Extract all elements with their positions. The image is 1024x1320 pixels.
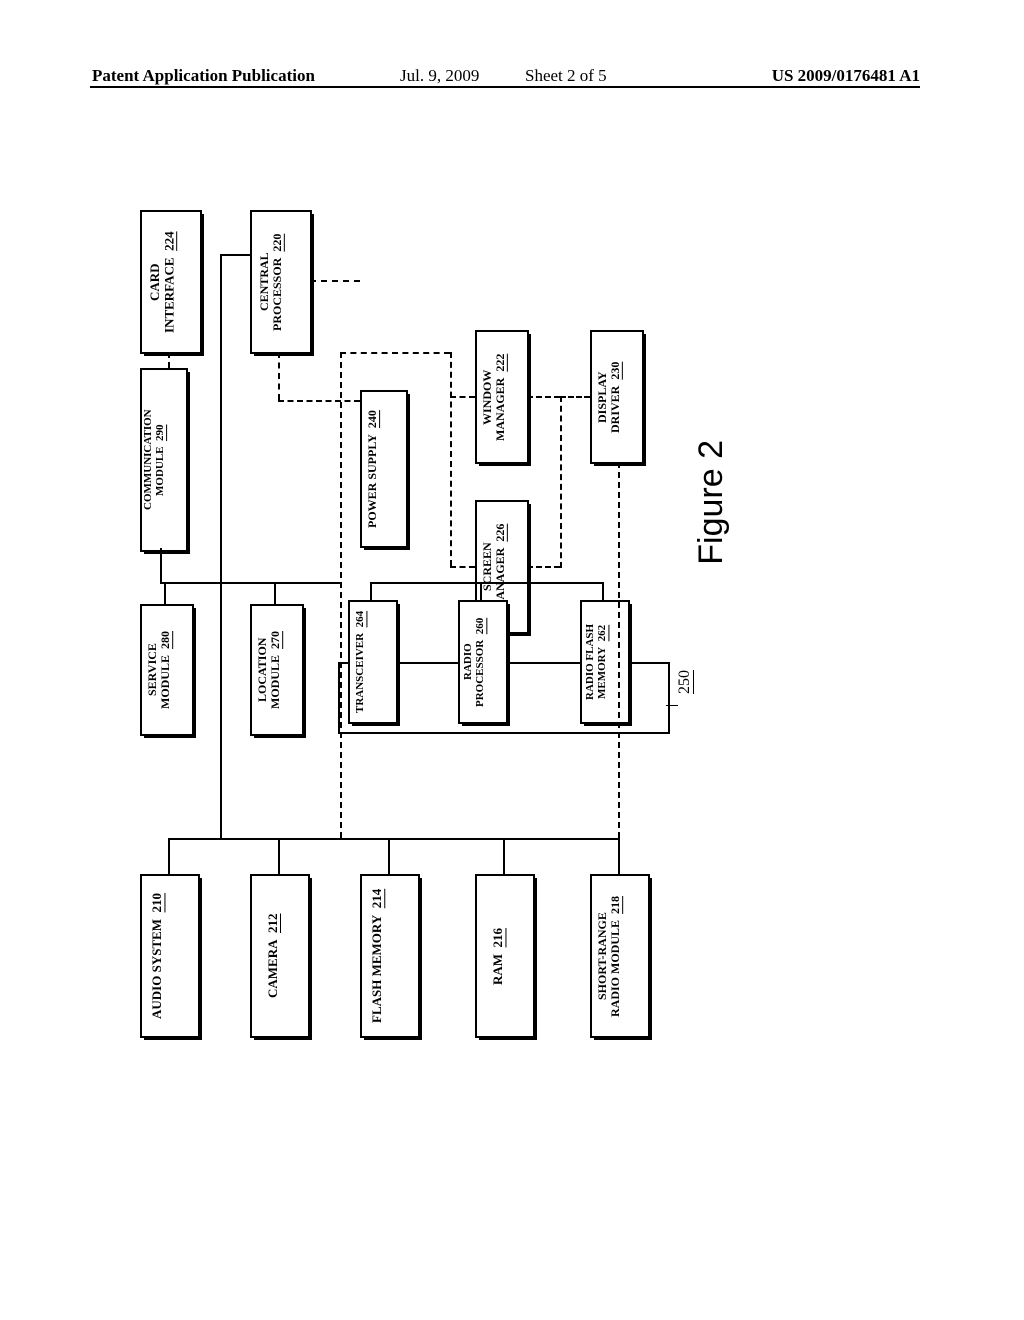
block-ref: 226 [493,523,507,541]
block-ref: 220 [270,233,284,251]
publication-type: Patent Application Publication [92,66,315,86]
block-label: WINDOW MANAGER [480,369,507,440]
dash-horizontal [450,566,475,568]
dash-vertical [618,462,620,838]
block-label: CENTRAL PROCESSOR [257,253,284,331]
dash-horizontal [340,352,450,354]
leader-line [666,705,678,706]
block-power-supply: POWER SUPPLY 240 [360,390,408,548]
bus-vertical [278,838,280,874]
block-display-driver: DISPLAY DRIVER 230 [590,330,644,464]
block-central-processor: CENTRAL PROCESSOR 220 [250,210,312,354]
radio-group-ref: 250 [676,670,694,694]
block-ref: 240 [365,410,379,428]
block-diagram: AUDIO SYSTEM 210 CAMERA 212 FLASH MEMORY… [140,210,860,1080]
block-label: AUDIO SYSTEM [149,919,164,1019]
dash-horizontal [450,396,475,398]
block-ref: 210 [149,893,164,913]
block-ref: 224 [161,231,176,251]
bus-vertical [618,838,620,874]
block-label: CAMERA [265,940,280,999]
block-ram: RAM 216 [475,874,535,1038]
dash-horizontal [527,566,560,568]
block-flash-memory: FLASH MEMORY 214 [360,874,420,1038]
bus-vertical [602,582,604,600]
block-ref: 222 [493,353,507,371]
block-ref: 290 [154,424,166,441]
header-rule [90,86,920,88]
block-label: RADIO PROCESSOR [462,639,486,706]
block-ref: 214 [369,889,384,909]
bus-vertical [480,582,482,600]
dash-horizontal [278,400,360,402]
bus-vertical [503,838,505,874]
block-ref: 260 [474,617,486,634]
block-window-manager: WINDOW MANAGER 222 [475,330,529,464]
dash-horizontal [310,280,360,282]
bus-horizontal [370,582,604,584]
dash-vertical [450,352,452,566]
dash-vertical [168,352,170,368]
block-card-interface: CARD INTERFACE 224 [140,210,202,354]
bus-vertical [164,582,166,604]
bus-vertical [160,548,162,582]
figure-label: Figure 2 [692,440,731,565]
block-radio-flash-memory: RADIO FLASH MEMORY 262 [580,600,630,724]
publication-date: Jul. 9, 2009 [400,66,479,86]
block-label: SERVICE MODULE [145,644,172,709]
block-location-module: LOCATION MODULE 270 [250,604,304,736]
dash-horizontal [560,396,590,398]
block-label: CARD INTERFACE [147,257,176,333]
bus-horizontal [168,838,618,840]
block-label: DISPLAY DRIVER [595,371,622,432]
block-communication-module: COMMUNICATION MODULE 290 [140,368,188,552]
bus-horizontal [164,582,220,584]
sheet-number: Sheet 2 of 5 [525,66,607,86]
dash-horizontal [527,396,560,398]
block-service-module: SERVICE MODULE 280 [140,604,194,736]
bus-vertical [274,582,276,604]
dash-vertical [340,352,342,838]
block-label: TRANSCEIVER [354,633,366,713]
block-label: FLASH MEMORY [369,915,384,1023]
block-ref: 280 [158,631,172,649]
block-audio-system: AUDIO SYSTEM 210 [140,874,200,1038]
block-radio-processor: RADIO PROCESSOR 260 [458,600,508,724]
block-ref: 264 [354,611,366,628]
dash-vertical [560,396,562,568]
block-ref: 262 [596,625,608,642]
block-label: SHORT-RANGE RADIO MODULE [595,912,622,1016]
block-label: RAM [490,953,505,984]
block-ref: 212 [265,914,280,934]
block-label: POWER SUPPLY [365,434,379,528]
block-camera: CAMERA 212 [250,874,310,1038]
block-short-range-radio: SHORT-RANGE RADIO MODULE 218 [590,874,650,1038]
block-ref: 216 [490,927,505,947]
block-ref: 218 [608,896,622,914]
bus-horizontal [220,582,340,584]
dash-vertical [278,352,280,400]
publication-number: US 2009/0176481 A1 [772,66,920,86]
block-ref: 230 [608,361,622,379]
bus-vertical [370,582,372,600]
block-ref: 270 [268,631,282,649]
bus-vertical [388,838,390,874]
block-transceiver: TRANSCEIVER 264 [348,600,398,724]
bus-vertical [168,838,170,874]
bus-vertical-main [220,254,222,840]
